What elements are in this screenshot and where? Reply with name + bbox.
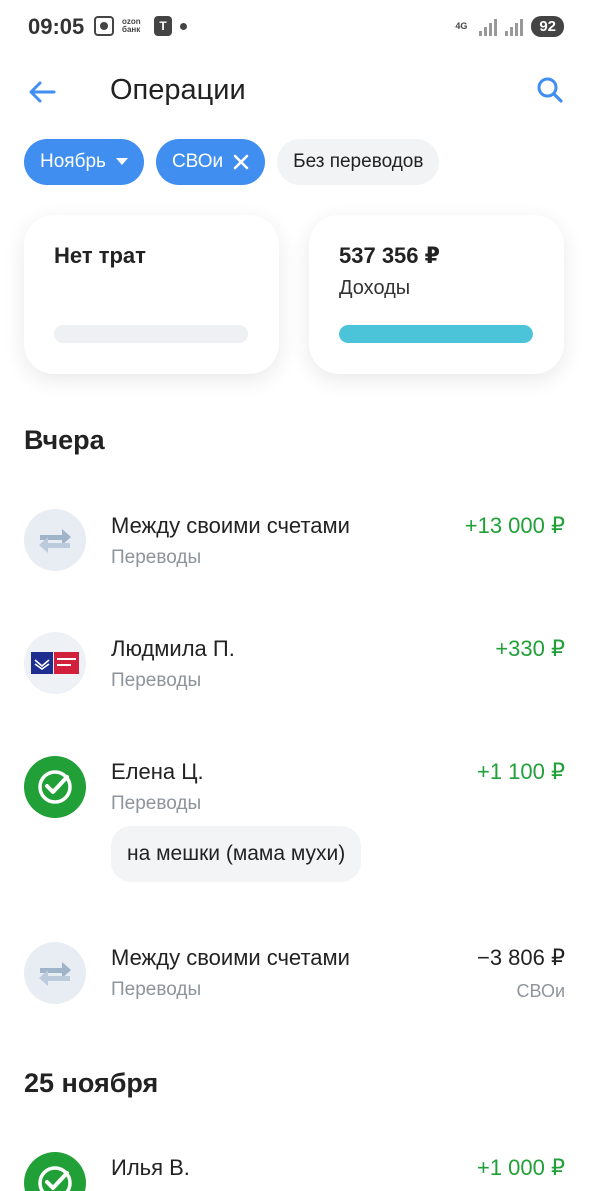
back-button[interactable] (20, 70, 64, 114)
ozon-bank-icon: ozon банк (122, 17, 141, 34)
income-amount: 537 356 ₽ (339, 243, 440, 268)
transfer-icon (24, 942, 86, 1004)
transaction-amount: +1 100 ₽ (476, 759, 565, 784)
arrow-left-icon (29, 81, 56, 103)
network-type-icon: 4G (455, 21, 468, 31)
income-progress-bar (339, 325, 533, 343)
more-notifications-dot (180, 22, 187, 30)
app-header: Операции (0, 60, 590, 120)
transaction-row[interactable]: Людмила П. Переводы +330 ₽ (0, 617, 590, 717)
transaction-amount: −3 806 ₽ (476, 945, 565, 970)
signal-icon-2 (505, 18, 524, 36)
summary-cards: Нет трат 537 356 ₽ Доходы (24, 215, 564, 374)
transaction-category: Переводы (111, 793, 202, 814)
sber-logo (24, 756, 86, 818)
transaction-comment: на мешки (мама мухи) (111, 826, 362, 882)
tag-filter-label: СВОи (171, 151, 224, 172)
screenshot-icon (94, 16, 114, 36)
sber-logo (24, 1152, 86, 1191)
search-icon (537, 77, 563, 103)
page-title: Операции (110, 74, 246, 106)
month-filter-label: Ноябрь (40, 151, 106, 172)
month-filter-chip[interactable]: Ноябрь (24, 139, 144, 185)
transaction-category: Переводы (111, 670, 202, 691)
income-card[interactable]: 537 356 ₽ Доходы (309, 215, 564, 374)
transaction-amount: +330 ₽ (495, 636, 565, 661)
income-progress-fill (339, 325, 533, 343)
search-button[interactable] (528, 68, 572, 112)
status-bar: 09:05 ozon банк Т 4G 92 (0, 0, 590, 56)
expenses-label: Нет трат (54, 243, 146, 268)
transfer-icon (24, 509, 86, 571)
close-icon[interactable] (233, 154, 249, 170)
status-system-icons: 4G 92 (455, 16, 564, 37)
expenses-card[interactable]: Нет трат (24, 215, 279, 374)
transaction-name: Людмила П. (111, 636, 235, 661)
no-transfers-filter-chip[interactable]: Без переводов (277, 139, 440, 185)
transaction-name: Между своими счетами (111, 945, 350, 970)
transaction-row[interactable]: Между своими счетами Переводы −3 806 ₽ С… (0, 926, 590, 1026)
expenses-progress-bar (54, 325, 248, 343)
transaction-category: Переводы (111, 979, 202, 1000)
transaction-name: Между своими счетами (111, 513, 350, 538)
transaction-tag: СВОи (516, 981, 565, 1001)
no-transfers-filter-label: Без переводов (293, 151, 424, 172)
section-title: 25 ноября (24, 1068, 159, 1098)
transaction-name: Елена Ц. (111, 759, 204, 784)
tag-filter-chip[interactable]: СВОи (155, 139, 266, 185)
transaction-category: Переводы (111, 547, 202, 568)
chevron-down-icon (115, 158, 128, 165)
transaction-row[interactable]: Между своими счетами Переводы +13 000 ₽ (0, 494, 590, 594)
transaction-name: Илья В. (111, 1155, 190, 1180)
income-label: Доходы (339, 277, 411, 299)
section-title: Вчера (24, 425, 105, 455)
transaction-row[interactable]: Илья В. +1 000 ₽ (0, 1136, 590, 1191)
transaction-row[interactable]: Елена Ц. Переводы +1 100 ₽ на мешки (мам… (0, 740, 590, 890)
transaction-amount: +1 000 ₽ (476, 1155, 565, 1180)
filter-chips: Ноябрь СВОи Без переводов (24, 139, 440, 185)
signal-icon-1 (479, 18, 498, 36)
status-notification-icons: ozon банк Т (94, 16, 187, 36)
status-time: 09:05 (28, 14, 85, 39)
battery-icon: 92 (531, 16, 564, 37)
transaction-amount: +13 000 ₽ (464, 513, 565, 538)
pochta-bank-logo (24, 632, 86, 694)
t-bank-icon: Т (154, 16, 172, 36)
